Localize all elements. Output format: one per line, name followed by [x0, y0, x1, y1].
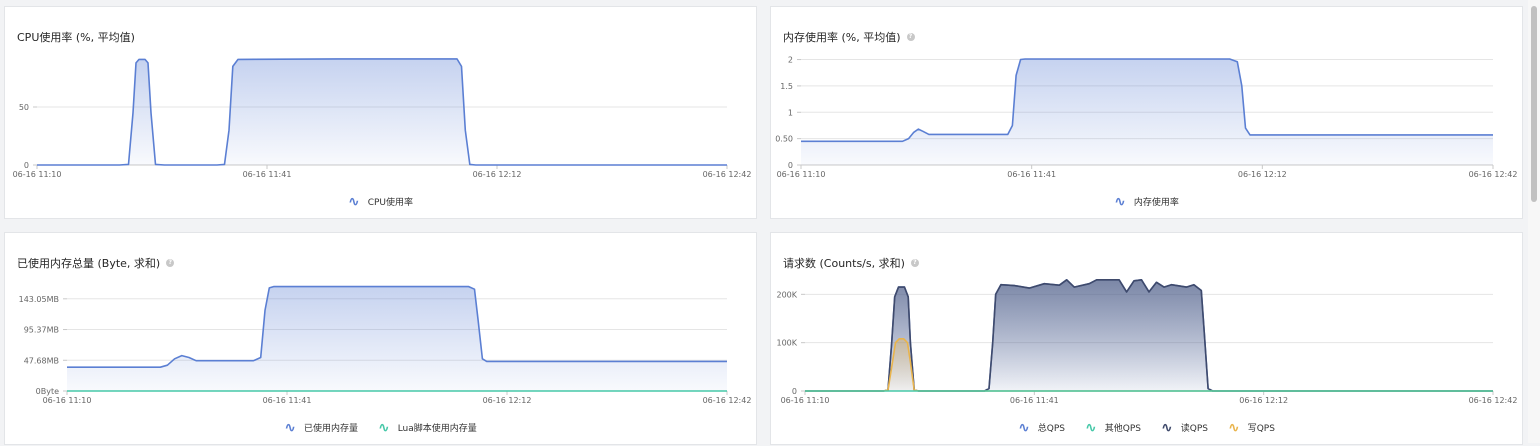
legend-label: 写QPS [1247, 424, 1275, 434]
x-tick-label: 06-16 12:42 [1469, 170, 1518, 179]
x-tick-label: 06-16 12:42 [703, 170, 752, 179]
x-tick-label: 06-16 11:41 [263, 396, 312, 405]
legend-label: 读QPS [1180, 424, 1208, 434]
legend-wave-icon: ∿ [1161, 419, 1173, 436]
legend-wave-icon: ∿ [1018, 419, 1030, 436]
y-tick-label: 1 [788, 108, 793, 117]
x-tick-label: 06-16 12:12 [1238, 170, 1287, 179]
legend-wave-icon: ∿ [284, 419, 296, 436]
legend-label: 已使用内存量 [303, 424, 358, 434]
legend-wave-icon: ∿ [1085, 419, 1097, 436]
legend-label: 内存使用率 [1133, 198, 1179, 208]
x-tick-label: 06-16 11:10 [43, 396, 92, 405]
x-tick-label: 06-16 12:12 [1239, 396, 1288, 405]
y-tick-label: 143.05MB [19, 295, 59, 304]
y-tick-label: 1.5 [780, 82, 793, 91]
legend-label: 总QPS [1037, 424, 1066, 434]
x-tick-label: 06-16 11:10 [781, 396, 830, 405]
memory-usage-chart[interactable]: 0 0.50 1 1.5 2 06-16 11:10 06-16 11:41 06-16 12… [771, 7, 1524, 220]
x-tick-label: 06-16 11:41 [243, 170, 292, 179]
y-tick-label: 0Byte [36, 387, 59, 396]
y-tick-label: 200K [776, 290, 797, 299]
legend-item[interactable]: ∿ 其他QPS [1085, 419, 1141, 436]
memory-used-total-chart[interactable]: 0Byte 47.68MB 95.37MB 143.05MB 06-16 11:10 06… [5, 233, 758, 446]
request-count-panel: 请求数 (Counts/s, 求和) ? 0 100K 200K 06-16 11:1… [770, 232, 1523, 445]
x-tick-label: 06-16 12:12 [483, 396, 532, 405]
y-tick-label: 47.68MB [24, 356, 59, 365]
page-scrollbar[interactable] [1528, 0, 1540, 443]
y-tick-label: 2 [788, 56, 793, 65]
chart-legend: ∿ 内存使用率 [771, 193, 1522, 210]
x-tick-label: 06-16 12:12 [473, 170, 522, 179]
memory-used-total-panel: 已使用内存总量 (Byte, 求和) ? 0Byte 47.68MB 95.37MB… [4, 232, 757, 445]
x-tick-label: 06-16 11:10 [13, 170, 62, 179]
legend-label: 其他QPS [1104, 424, 1141, 434]
legend-wave-icon: ∿ [347, 193, 360, 210]
x-tick-label: 06-16 11:41 [1007, 170, 1056, 179]
legend-item[interactable]: ∿ Lua脚本使用内存量 [377, 419, 477, 436]
x-tick-label: 06-16 12:42 [1469, 396, 1518, 405]
legend-item[interactable]: ∿ 写QPS [1227, 419, 1275, 436]
x-tick-label: 06-16 12:42 [703, 396, 752, 405]
cpu-usage-panel: CPU使用率 (%, 平均值) 0 50 06-16 11:10 06-16 11:4… [4, 6, 757, 219]
legend-item[interactable]: ∿ 总QPS [1018, 419, 1066, 436]
chart-legend: ∿ CPU使用率 [5, 193, 756, 210]
legend-label: Lua脚本使用内存量 [397, 424, 477, 434]
legend-item[interactable]: ∿ CPU使用率 [347, 193, 414, 210]
y-tick-label: 100K [776, 339, 797, 348]
x-tick-label: 06-16 11:41 [1010, 396, 1059, 405]
legend-item[interactable]: ∿ 读QPS [1161, 419, 1208, 436]
y-tick-label: 0 [788, 161, 793, 170]
y-tick-label: 0 [792, 387, 797, 396]
chart-legend: ∿ 总QPS ∿ 其他QPS ∿ 读QPS ∿ 写QPS [771, 419, 1522, 436]
legend-wave-icon: ∿ [1227, 419, 1240, 436]
y-tick-label: 50 [19, 103, 29, 112]
chart-legend: ∿ 已使用内存量 ∿ Lua脚本使用内存量 [5, 419, 756, 436]
series-area [37, 58, 727, 165]
y-tick-label: 95.37MB [24, 326, 59, 335]
legend-label: CPU使用率 [367, 198, 414, 208]
y-tick-label: 0 [24, 161, 29, 170]
y-tick-label: 0.50 [775, 135, 793, 144]
legend-item[interactable]: ∿ 已使用内存量 [284, 419, 358, 436]
legend-wave-icon: ∿ [377, 419, 390, 436]
request-count-chart[interactable]: 0 100K 200K 06-16 11:10 06-16 11:41 06-16 12:… [771, 233, 1524, 446]
series-area [67, 286, 727, 391]
cpu-usage-chart[interactable]: 0 50 06-16 11:10 06-16 11:41 06-16 12:12 06-1… [5, 7, 758, 220]
x-tick-label: 06-16 11:10 [777, 170, 826, 179]
memory-usage-panel: 内存使用率 (%, 平均值) ? 0 0.50 1 1.5 2 06-16 11:10 06… [770, 6, 1523, 219]
legend-item[interactable]: ∿ 内存使用率 [1114, 193, 1179, 210]
legend-wave-icon: ∿ [1114, 193, 1126, 210]
scrollbar-thumb[interactable] [1531, 6, 1537, 202]
